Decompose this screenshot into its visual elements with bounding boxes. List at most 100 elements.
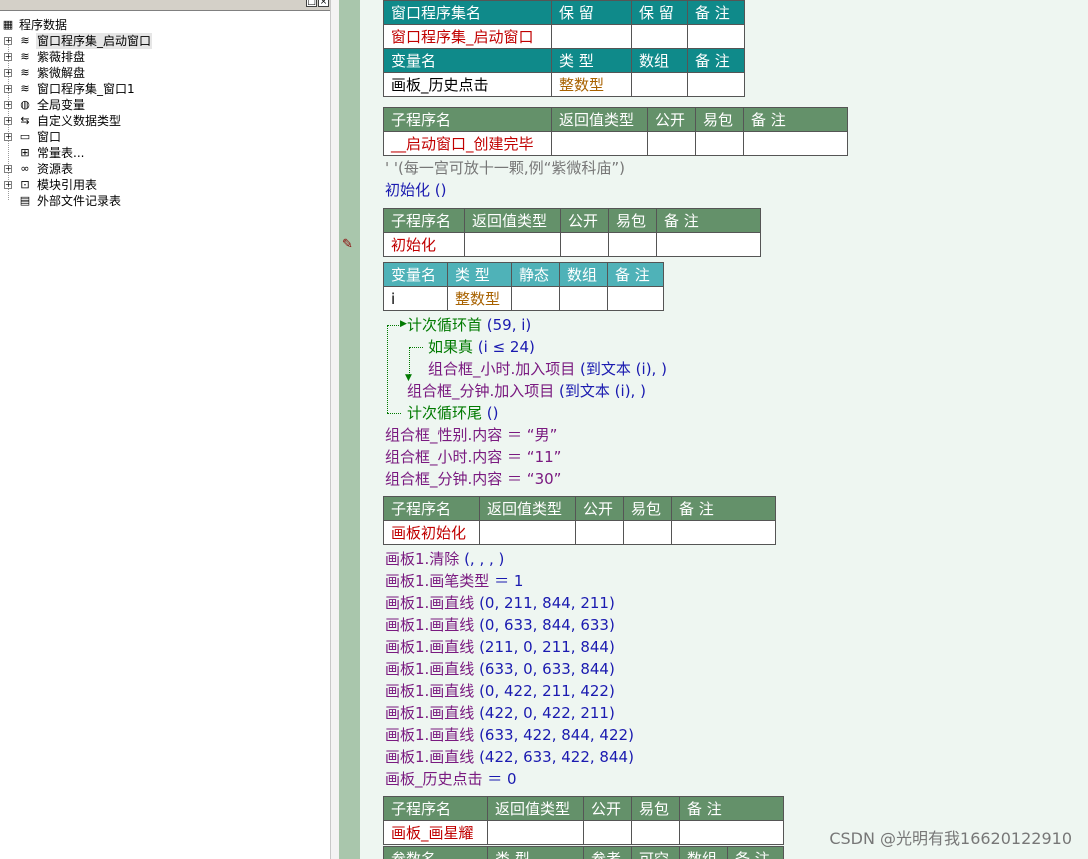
return-type-cell[interactable] bbox=[479, 520, 576, 545]
expand-icon[interactable]: + bbox=[4, 37, 12, 45]
note-cell[interactable] bbox=[743, 131, 848, 156]
col-note: 备 注 bbox=[743, 107, 848, 132]
if-line[interactable]: 如果真 (i ≤ 24) bbox=[428, 336, 535, 358]
public-cell[interactable] bbox=[560, 232, 609, 257]
comment-line[interactable]: ' '(每一宫可放十一颗,例“紫微科庙”) bbox=[385, 157, 625, 179]
restore-icon[interactable]: □ bbox=[306, 0, 317, 7]
tree-item[interactable]: + ≋ 紫薇排盘 bbox=[0, 49, 320, 65]
board-code-line[interactable]: 画板1.清除 (, , , ) bbox=[385, 548, 504, 570]
expand-icon[interactable]: + bbox=[4, 165, 12, 173]
public-cell[interactable] bbox=[647, 131, 696, 156]
board-args: ＝ 0 bbox=[482, 770, 517, 788]
public-cell[interactable] bbox=[583, 820, 632, 845]
expand-icon[interactable]: + bbox=[4, 133, 12, 141]
board-code-line[interactable]: 画板1.画直线 (0, 633, 844, 633) bbox=[385, 614, 615, 636]
assign-gender-line[interactable]: 组合框_性别.内容 ＝ “男” bbox=[385, 424, 557, 446]
var-array-cell[interactable] bbox=[631, 72, 688, 97]
parameter-table: 参数名 类 型 参考 可空 数组 备 注 bbox=[383, 846, 784, 859]
local-variable-table: 变量名 类 型 静态 数组 备 注 i 整数型 bbox=[383, 262, 664, 311]
tree-item[interactable]: ▤ 外部文件记录表 bbox=[0, 193, 320, 209]
var-note-cell[interactable] bbox=[687, 72, 745, 97]
expand-icon[interactable]: + bbox=[4, 181, 12, 189]
col-array: 数组 bbox=[559, 262, 608, 287]
reserved1-cell[interactable] bbox=[551, 24, 632, 49]
sub-name-cell[interactable]: 画板_画星耀 bbox=[383, 820, 488, 845]
init-call-line[interactable]: 初始化 () bbox=[385, 179, 446, 201]
var-name-cell[interactable]: i bbox=[383, 286, 448, 311]
loop-tail-line[interactable]: 计次循环尾 () bbox=[407, 402, 499, 424]
easy-pack-cell[interactable] bbox=[608, 232, 657, 257]
board-code-line[interactable]: 画板1.画直线 (633, 0, 633, 844) bbox=[385, 658, 615, 680]
col-return-type: 返回值类型 bbox=[464, 208, 561, 233]
static-cell[interactable] bbox=[511, 286, 560, 311]
easy-pack-cell[interactable] bbox=[695, 131, 744, 156]
board-code-line[interactable]: 画板_历史点击 ＝ 0 bbox=[385, 768, 517, 790]
board-call: 画板1.画直线 bbox=[385, 660, 475, 678]
board-code-line[interactable]: 画板1.画直线 (633, 422, 844, 422) bbox=[385, 724, 634, 746]
close-icon[interactable]: × bbox=[318, 0, 329, 7]
return-type-cell[interactable] bbox=[551, 131, 648, 156]
assign-minute-line[interactable]: 组合框_分钟.内容 ＝ “30” bbox=[385, 468, 561, 490]
tree-root-label: 程序数据 bbox=[19, 18, 68, 32]
expand-icon[interactable]: + bbox=[4, 53, 12, 61]
tree-item[interactable]: + ∞ 资源表 bbox=[0, 161, 320, 177]
sub-name-cell[interactable]: 初始化 bbox=[383, 232, 465, 257]
expand-icon[interactable]: + bbox=[4, 117, 12, 125]
tree-item[interactable]: ⊞ 常量表... bbox=[0, 145, 320, 161]
code-editor[interactable]: 窗口程序集名 保 留 保 留 备 注 窗口程序集_启动窗口 变量名 类 型 数组… bbox=[360, 0, 1088, 859]
tree-item[interactable]: + ▭ 窗口 bbox=[0, 129, 320, 145]
assembly-name-cell[interactable]: 窗口程序集_启动窗口 bbox=[383, 24, 552, 49]
col-sub-name: 子程序名 bbox=[383, 796, 488, 821]
public-cell[interactable] bbox=[575, 520, 624, 545]
tree-item[interactable]: + ◍ 全局变量 bbox=[0, 97, 320, 113]
easy-pack-cell[interactable] bbox=[631, 820, 680, 845]
array-cell[interactable] bbox=[559, 286, 608, 311]
col-var-name: 变量名 bbox=[383, 262, 448, 287]
col-return-type: 返回值类型 bbox=[487, 796, 584, 821]
tree-item[interactable]: + ≋ 窗口程序集_启动窗口 bbox=[0, 33, 320, 49]
tree-item[interactable]: + ⇆ 自定义数据类型 bbox=[0, 113, 320, 129]
assign-hour-line[interactable]: 组合框_小时.内容 ＝ “11” bbox=[385, 446, 561, 468]
expand-icon[interactable]: + bbox=[4, 101, 12, 109]
note-cell[interactable] bbox=[607, 286, 664, 311]
loop-tail-keyword: 计次循环尾 bbox=[407, 404, 483, 422]
return-type-cell[interactable] bbox=[464, 232, 561, 257]
col-array: 数组 bbox=[679, 846, 728, 859]
global-var-icon: ◍ bbox=[20, 98, 30, 111]
module-icon: ⊡ bbox=[20, 178, 30, 191]
board-call: 画板1.画直线 bbox=[385, 748, 475, 766]
loop-head-keyword: 计次循环首 bbox=[407, 316, 483, 334]
col-return-type: 返回值类型 bbox=[551, 107, 648, 132]
board-code-line[interactable]: 画板1.画直线 (0, 211, 844, 211) bbox=[385, 592, 615, 614]
note-cell[interactable] bbox=[687, 24, 745, 49]
resource-icon: ∞ bbox=[20, 162, 30, 175]
var-type-cell[interactable]: 整数型 bbox=[447, 286, 512, 311]
add-hour-item-line[interactable]: 组合框_小时.加入项目 (到文本 (i), ) bbox=[428, 358, 667, 380]
var-name-cell[interactable]: 画板_历史点击 bbox=[383, 72, 552, 97]
var-type-cell[interactable]: 整数型 bbox=[551, 72, 632, 97]
board-code-line[interactable]: 画板1.画笔类型 ＝ 1 bbox=[385, 570, 523, 592]
if-connector-top bbox=[409, 347, 423, 348]
reserved2-cell[interactable] bbox=[631, 24, 688, 49]
tree-root[interactable]: ▦ 程序数据 bbox=[0, 17, 320, 33]
board-code-line[interactable]: 画板1.画直线 (0, 422, 211, 422) bbox=[385, 680, 615, 702]
board-code-line[interactable]: 画板1.画直线 (422, 0, 422, 211) bbox=[385, 702, 615, 724]
board-code-line[interactable]: 画板1.画直线 (422, 633, 422, 844) bbox=[385, 746, 634, 768]
board-code-line[interactable]: 画板1.画直线 (211, 0, 211, 844) bbox=[385, 636, 615, 658]
expand-icon[interactable]: + bbox=[4, 69, 12, 77]
tree-item[interactable]: + ≋ 窗口程序集_窗口1 bbox=[0, 81, 320, 97]
return-type-cell[interactable] bbox=[487, 820, 584, 845]
note-cell[interactable] bbox=[679, 820, 784, 845]
add-minute-item-line[interactable]: 组合框_分钟.加入项目 (到文本 (i), ) bbox=[407, 380, 646, 402]
tree-item[interactable]: + ⊡ 模块引用表 bbox=[0, 177, 320, 193]
col-public: 公开 bbox=[647, 107, 696, 132]
sub-name-cell[interactable]: 画板初始化 bbox=[383, 520, 480, 545]
tree-item[interactable]: + ≋ 紫微解盘 bbox=[0, 65, 320, 81]
expand-icon[interactable]: + bbox=[4, 85, 12, 93]
note-cell[interactable] bbox=[671, 520, 776, 545]
sub-name-cell[interactable]: __启动窗口_创建完毕 bbox=[383, 131, 552, 156]
loop-head-line[interactable]: 计次循环首 (59, i) bbox=[407, 314, 531, 336]
board-args: ＝ 1 bbox=[489, 572, 524, 590]
easy-pack-cell[interactable] bbox=[623, 520, 672, 545]
note-cell[interactable] bbox=[656, 232, 761, 257]
